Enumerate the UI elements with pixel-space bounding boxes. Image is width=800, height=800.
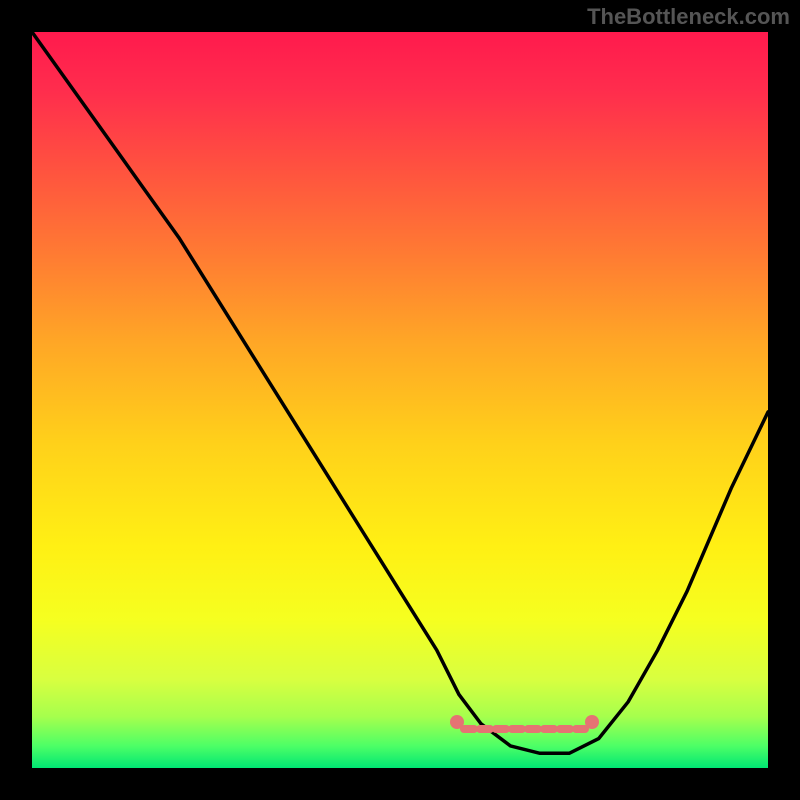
plot-area bbox=[32, 32, 768, 768]
watermark-text: TheBottleneck.com bbox=[587, 4, 790, 30]
bottleneck-curve bbox=[32, 32, 768, 753]
highlight-band bbox=[450, 715, 599, 729]
curve-svg bbox=[32, 32, 768, 768]
